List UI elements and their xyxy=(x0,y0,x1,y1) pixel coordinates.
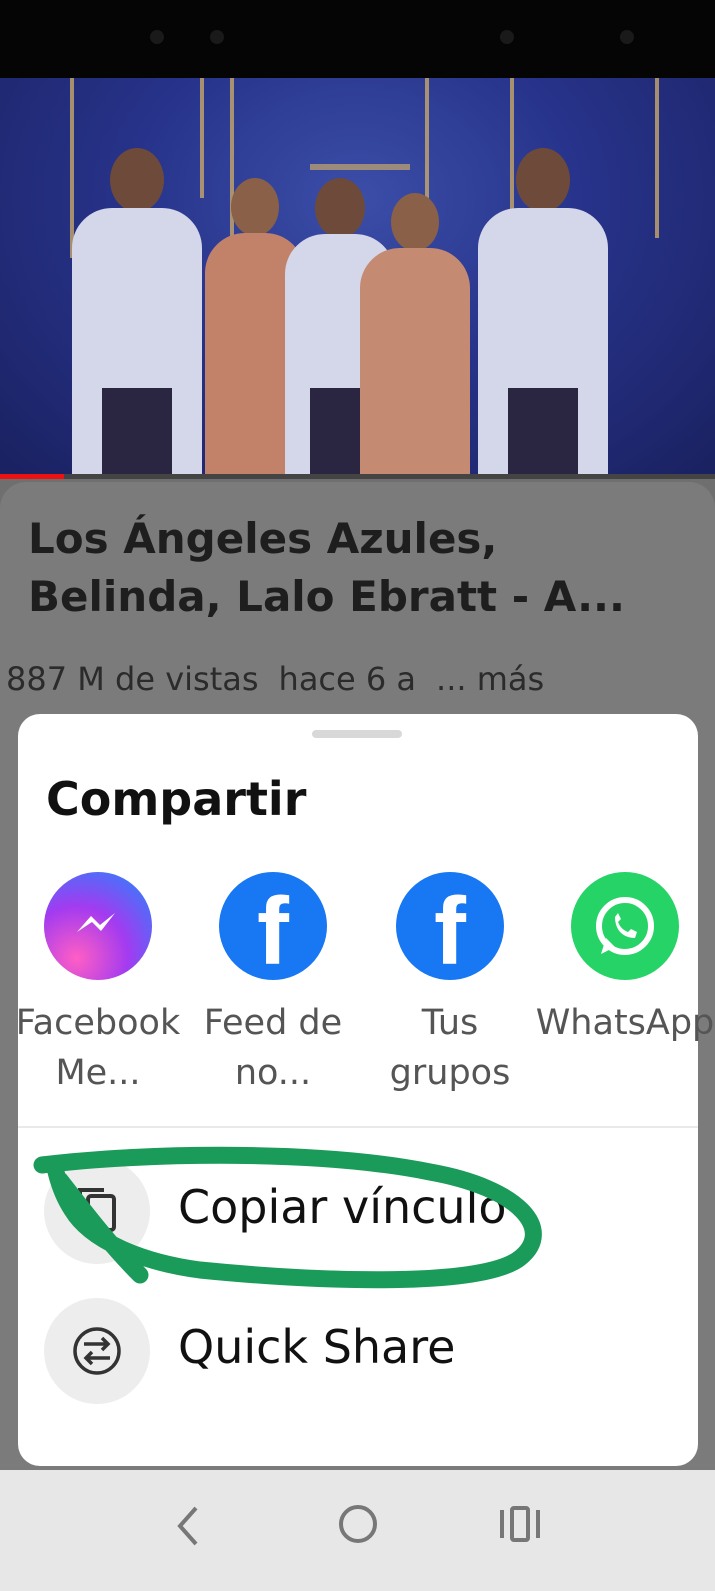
battery-icon xyxy=(620,30,634,44)
recents-icon[interactable] xyxy=(498,1500,542,1548)
whatsapp-icon xyxy=(571,872,679,980)
quick-share-button[interactable]: Quick Share xyxy=(44,1298,674,1408)
messenger-icon xyxy=(44,872,152,980)
share-sheet: Compartir Facebook Me... f Feed de no...… xyxy=(16,714,714,1466)
video-title[interactable]: Los Ángeles Azules, Belinda, Lalo Ebratt… xyxy=(28,510,688,626)
share-app-whatsapp[interactable]: WhatsApp xyxy=(535,872,715,1048)
view-count: 887 M de vistas xyxy=(6,660,259,698)
back-icon[interactable] xyxy=(168,1502,208,1550)
signal-icon xyxy=(500,30,514,44)
share-app-messenger[interactable]: Facebook Me... xyxy=(8,872,188,1098)
share-app-label: Feed de no... xyxy=(203,1003,343,1093)
divider xyxy=(18,1126,698,1128)
share-app-facebook-groups[interactable]: f Tus grupos xyxy=(360,872,540,1098)
video-player[interactable] xyxy=(0,78,715,478)
video-progress-bar[interactable] xyxy=(0,474,715,479)
more-link[interactable]: ... más xyxy=(436,660,544,698)
share-app-facebook-feed[interactable]: f Feed de no... xyxy=(183,872,363,1098)
quick-share-icon xyxy=(44,1298,150,1404)
share-app-label: Tus grupos xyxy=(389,1003,511,1093)
copy-icon xyxy=(44,1158,150,1264)
share-app-label: WhatsApp xyxy=(535,1003,715,1043)
quick-share-label: Quick Share xyxy=(178,1320,456,1374)
copy-link-label: Copiar vínculo xyxy=(178,1180,507,1234)
upload-age: hace 6 a xyxy=(278,660,417,698)
share-app-label: Facebook Me... xyxy=(15,1003,181,1093)
video-progress-fill xyxy=(0,474,65,479)
facebook-icon: f xyxy=(219,872,327,980)
home-icon[interactable] xyxy=(334,1500,382,1548)
facebook-icon: f xyxy=(396,872,504,980)
notification-icon xyxy=(210,30,224,44)
copy-link-button[interactable]: Copiar vínculo xyxy=(44,1158,674,1268)
share-sheet-title: Compartir xyxy=(46,772,307,826)
notification-icon xyxy=(150,30,164,44)
video-meta: 887 M de vistas hace 6 a ... más xyxy=(6,660,564,698)
system-navigation-bar xyxy=(0,1470,715,1591)
status-bar xyxy=(0,0,715,78)
drag-handle[interactable] xyxy=(312,730,402,738)
